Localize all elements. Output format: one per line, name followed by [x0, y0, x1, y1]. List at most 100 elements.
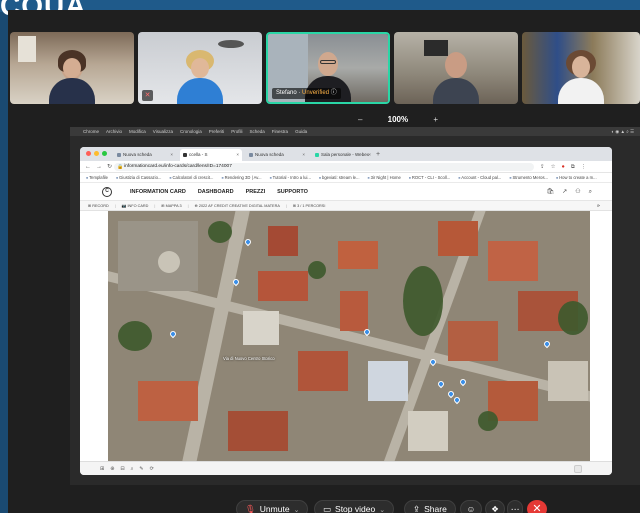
browser-tab-2-active[interactable]: ccella - S ×: [180, 149, 242, 161]
map-pin-icon[interactable]: [168, 329, 178, 339]
browser-tab-1[interactable]: Nuova scheda ×: [114, 149, 176, 161]
map-tool-icon[interactable]: ⟳: [150, 462, 154, 475]
menu-supporto[interactable]: SUPPORTO: [277, 183, 308, 202]
participant-tile-1[interactable]: [10, 32, 134, 104]
minimize-window-icon[interactable]: [94, 151, 99, 156]
map-tool-icon[interactable]: ✎: [139, 462, 143, 475]
bookmark-item[interactable]: ROCT - CLI - Scoll...: [409, 173, 450, 182]
zoom-in-button[interactable]: +: [433, 115, 438, 124]
menu-information-card[interactable]: INFORMATION CARD: [130, 183, 186, 202]
map-building: [298, 351, 348, 391]
close-tab-icon[interactable]: ×: [368, 149, 371, 161]
browser-tab-4[interactable]: Sala personale - Webex ×: [312, 149, 374, 161]
mac-menu-item: Preferiti: [208, 129, 225, 134]
site-menu: INFORMATION CARD DASHBOARD PREZZI SUPPOR…: [130, 183, 308, 202]
zoom-out-button[interactable]: –: [358, 115, 362, 124]
participant-tile-5[interactable]: [522, 32, 640, 104]
chrome-menu-icon[interactable]: ⋮: [581, 161, 587, 173]
stop-video-label: Stop video: [335, 504, 376, 513]
map-building: [488, 241, 538, 281]
maximize-window-icon[interactable]: [102, 151, 107, 156]
map-pin-icon[interactable]: [436, 379, 446, 389]
apps-button[interactable]: ❖: [485, 500, 505, 513]
close-tab-icon[interactable]: ×: [170, 149, 173, 161]
mac-menu-item: Archivio: [106, 129, 123, 134]
map-tool-icon[interactable]: ⊞: [100, 462, 104, 475]
bookmark-item[interactable]: How to create a m...: [556, 173, 596, 182]
share-page-icon[interactable]: ⇪: [540, 161, 545, 173]
close-window-icon[interactable]: [86, 151, 91, 156]
breadcrumb-item[interactable]: ⊞ 3 / 1 PERCORSI: [293, 201, 326, 210]
meeting-controls: 🎙 Unmute ⌄ ▭ Stop video ⌄ ⇪ Share ☺ ❖ ⋯ ✕: [8, 498, 640, 513]
close-tab-icon[interactable]: ×: [302, 149, 305, 161]
unverified-badge: Unverified: [302, 90, 330, 96]
map-tree: [403, 266, 443, 336]
bookmark-item[interactable]: Giustizia di Cassazio...: [116, 173, 161, 182]
map-building: [448, 321, 498, 361]
bookmark-item[interactable]: Account - Cloud pal...: [458, 173, 501, 182]
reload-button[interactable]: ↻: [107, 161, 112, 173]
unmute-label: Unmute: [259, 504, 290, 513]
map-place-label: Via di Nuovo Centro Storico: [223, 356, 275, 361]
refresh-icon[interactable]: ⟳: [597, 201, 600, 210]
map-scroll-handle[interactable]: [574, 465, 582, 473]
participant-tile-4[interactable]: [394, 32, 518, 104]
extensions-icon[interactable]: ⧉: [571, 161, 575, 173]
close-tab-icon[interactable]: ×: [236, 149, 239, 161]
map-pin-icon[interactable]: [452, 395, 462, 405]
new-tab-button[interactable]: +: [376, 149, 380, 161]
cart-icon[interactable]: 🛍: [547, 183, 555, 201]
bookmark-item[interactable]: Calcolatori di crescit...: [169, 173, 214, 182]
map-tree: [208, 221, 232, 243]
more-options-button[interactable]: ⋯: [507, 500, 523, 513]
participant-video: [49, 48, 95, 104]
unmute-button[interactable]: 🎙 Unmute ⌄: [236, 500, 309, 513]
breadcrumb-item[interactable]: ⊕ 2022 AF CREDIT CREATIVE DIGITAL MATERA: [195, 201, 280, 210]
map-tool-icon[interactable]: ⊕: [110, 462, 114, 475]
user-icon[interactable]: ⚇: [575, 183, 580, 201]
tab-label: Nuova scheda: [255, 152, 284, 157]
map-building: [268, 226, 298, 256]
bookmark-item[interactable]: bgeviati: stream le...: [319, 173, 359, 182]
map-tool-icon[interactable]: ⊟: [120, 462, 124, 475]
map-tool-icon[interactable]: ⌕: [131, 462, 134, 475]
bookmark-star-icon[interactable]: ☆: [551, 161, 556, 173]
chevron-down-icon[interactable]: ⌄: [294, 507, 300, 513]
back-button[interactable]: ←: [85, 161, 91, 173]
search-icon[interactable]: ⌕: [589, 183, 592, 201]
bookmark-item[interactable]: 3ir Night | Home: [368, 173, 401, 182]
browser-tab-3[interactable]: Nuova scheda ×: [246, 149, 308, 161]
zoom-level: 100%: [387, 114, 409, 124]
tab-label: Sala personale - Webex: [321, 152, 369, 157]
bookmark-item[interactable]: Strumento Meros...: [509, 173, 548, 182]
page-favicon-icon: [117, 153, 121, 157]
satellite-map[interactable]: Via di Nuovo Centro Storico: [108, 211, 590, 461]
site-logo[interactable]: C: [102, 187, 112, 197]
breadcrumb-item[interactable]: ⊞ MAPPA 3: [161, 201, 181, 210]
breadcrumb-item[interactable]: 📷 INFO CARD: [122, 201, 149, 210]
bookmark-item[interactable]: Tutorial - Intro a lui...: [270, 173, 311, 182]
breadcrumb-item[interactable]: ⊞ RECORD: [88, 201, 109, 210]
participant-strip: ✕ Stefano · Unverified ⓘ: [8, 32, 640, 106]
page-favicon-icon: [183, 153, 187, 157]
record-extension-icon[interactable]: ●: [562, 161, 565, 173]
forward-button[interactable]: →: [96, 161, 102, 173]
url-input[interactable]: 🔒 informationcard.eu/info-cards/card/len…: [114, 163, 534, 171]
participant-tile-2[interactable]: ✕: [138, 32, 262, 104]
share-icon[interactable]: ↗: [562, 183, 567, 201]
reactions-button[interactable]: ☺: [460, 500, 482, 513]
bookmark-item[interactable]: Templafile: [86, 173, 108, 182]
participant-tile-active-speaker[interactable]: Stefano · Unverified ⓘ: [266, 32, 390, 104]
map-pin-icon[interactable]: [542, 339, 552, 349]
stop-video-button[interactable]: ▭ Stop video ⌄: [314, 500, 395, 513]
map-pin-icon[interactable]: [458, 377, 468, 387]
menu-prezzi[interactable]: PREZZI: [246, 183, 266, 202]
participant-name: Stefano: [276, 90, 297, 96]
leave-meeting-button[interactable]: ✕: [527, 500, 547, 513]
map-pin-icon[interactable]: [243, 237, 253, 247]
chevron-down-icon[interactable]: ⌄: [379, 507, 385, 513]
menu-dashboard[interactable]: DASHBOARD: [197, 183, 234, 202]
share-button[interactable]: ⇪ Share: [404, 500, 456, 513]
map-building: [118, 221, 198, 291]
bookmark-item[interactable]: Rendering 3D | Av...: [221, 173, 262, 182]
